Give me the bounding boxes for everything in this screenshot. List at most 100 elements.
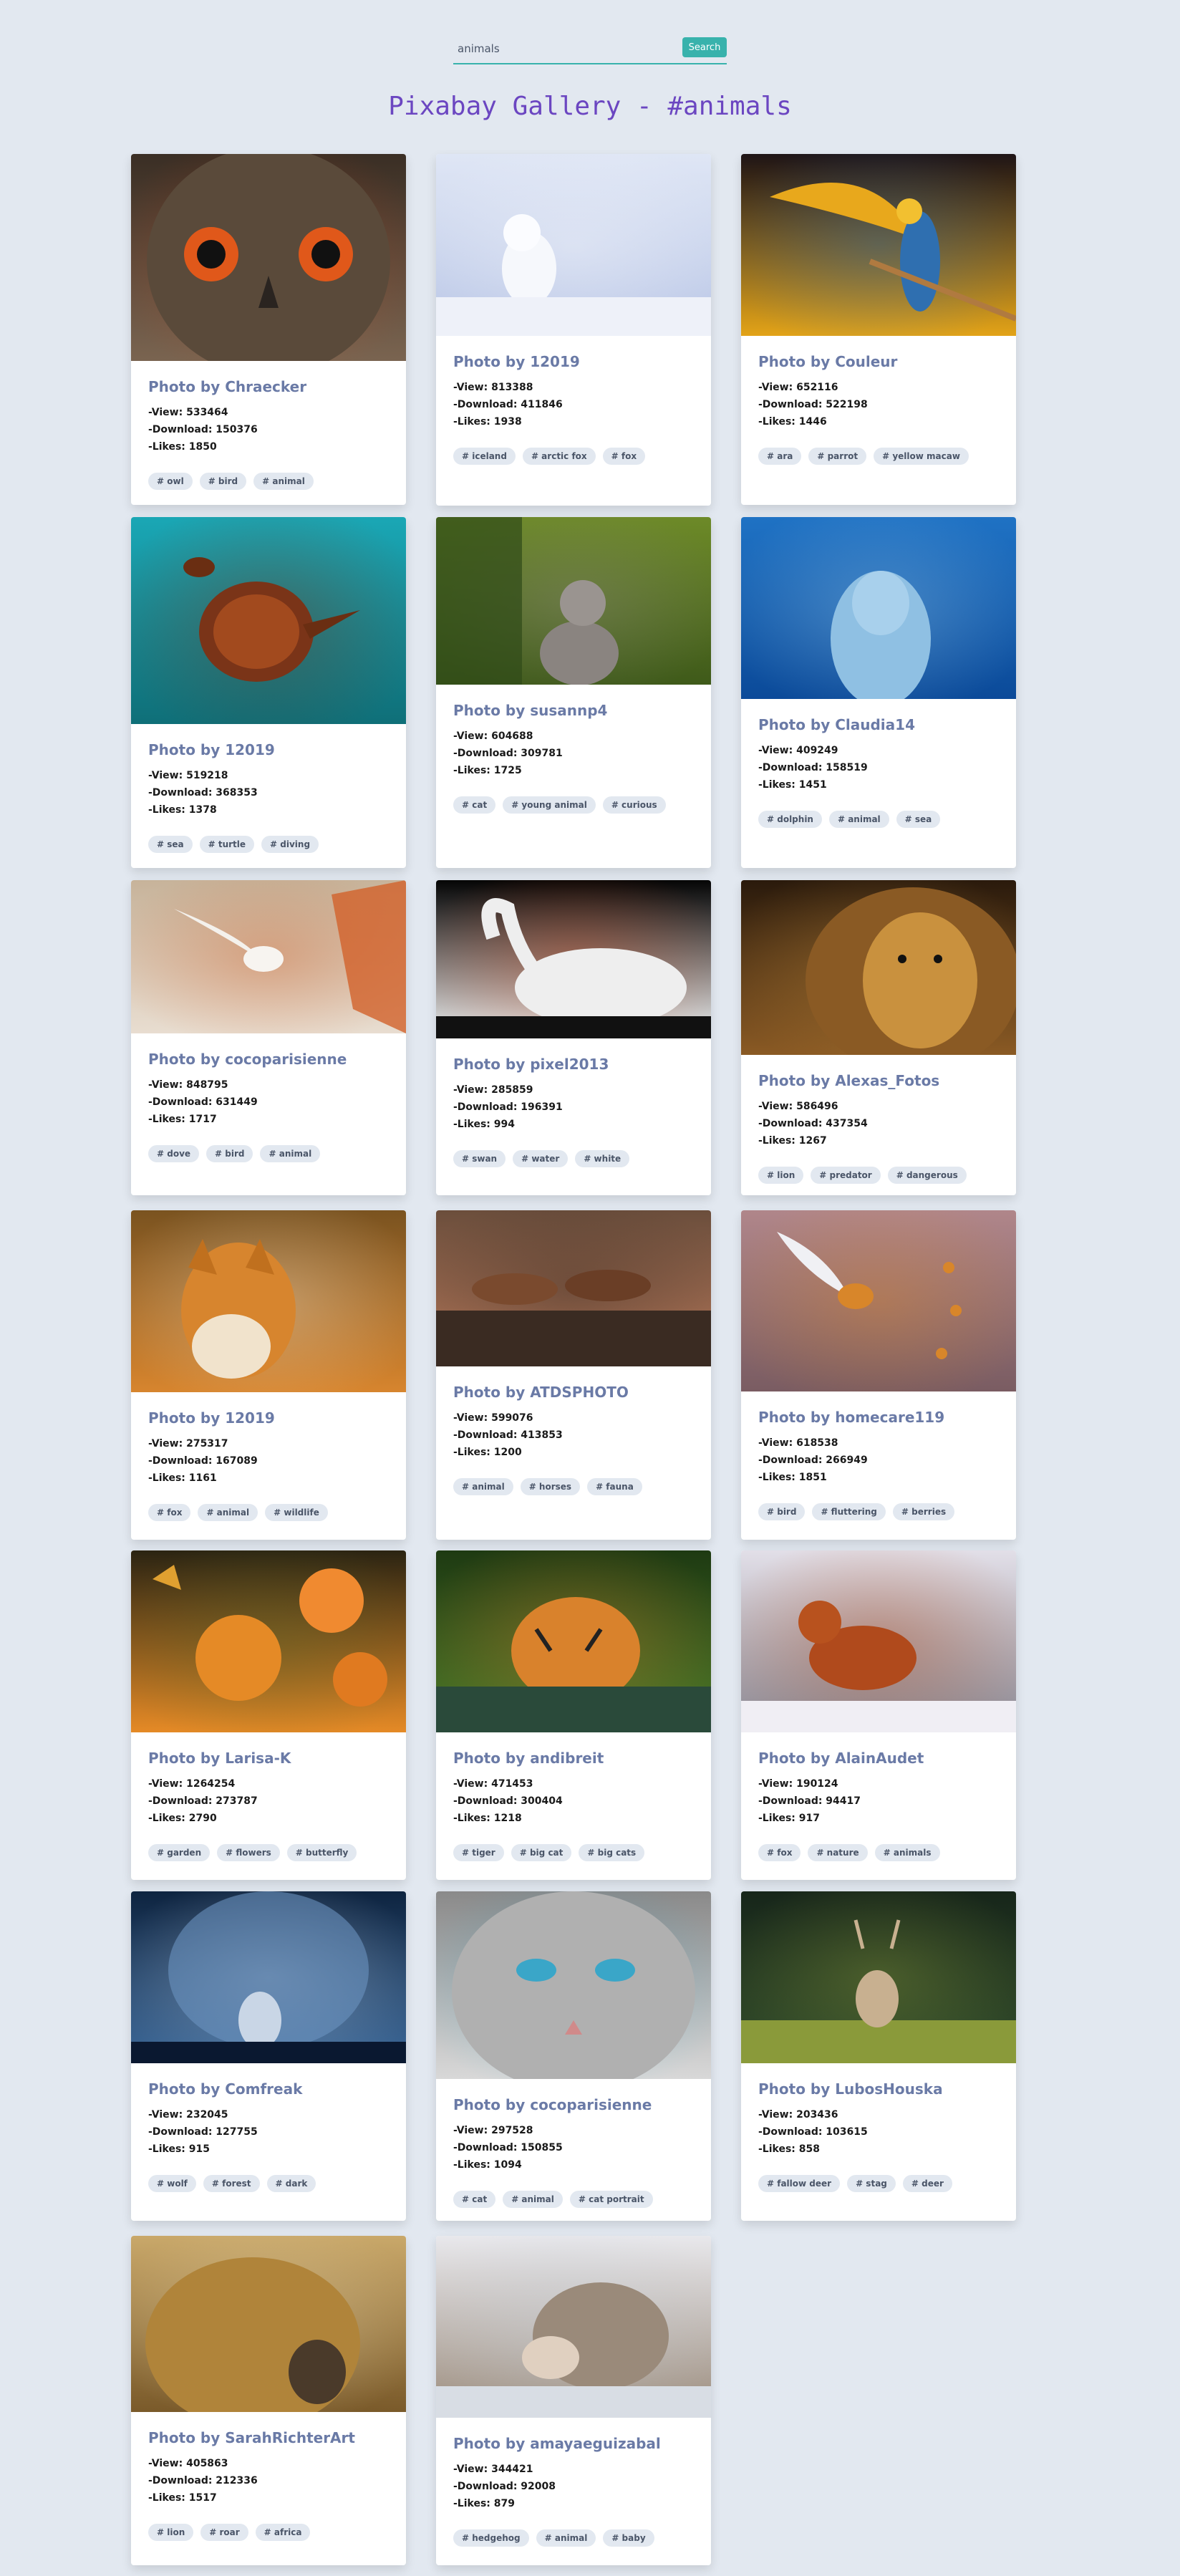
tag-chip[interactable]: # baby: [603, 2529, 654, 2547]
tag-chip[interactable]: # berries: [892, 1503, 955, 1520]
tag-chip[interactable]: # animal: [260, 1145, 321, 1162]
photo-image[interactable]: [741, 517, 1016, 699]
tag-chip[interactable]: # africa: [255, 2524, 311, 2541]
tag-chip[interactable]: # white: [575, 1150, 630, 1167]
tag-chip[interactable]: # wildlife: [265, 1504, 328, 1521]
photo-image[interactable]: [436, 2236, 711, 2418]
tag-chip[interactable]: # curious: [602, 796, 666, 814]
photo-card[interactable]: Photo by ATDSPHOTO -View: 599076 -Download…: [436, 1210, 711, 1540]
tag-chip[interactable]: # dangerous: [887, 1167, 967, 1184]
tag-chip[interactable]: # animal: [828, 811, 889, 828]
photo-image[interactable]: [741, 880, 1016, 1055]
tag-chip[interactable]: # deer: [902, 2175, 952, 2192]
tag-chip[interactable]: # garden: [148, 1844, 211, 1861]
tag-chip[interactable]: # fox: [758, 1844, 801, 1861]
tag-chip[interactable]: # bird: [206, 1145, 253, 1162]
tag-chip[interactable]: # hedgehog: [453, 2529, 529, 2547]
tag-chip[interactable]: # owl: [148, 473, 193, 490]
tag-chip[interactable]: # arctic fox: [522, 448, 596, 465]
photo-image[interactable]: [436, 1891, 711, 2079]
photo-card[interactable]: Photo by AlainAudet -View: 190124 -Downloa…: [741, 1550, 1016, 1880]
tag-chip[interactable]: # sea: [148, 836, 193, 853]
tag-chip[interactable]: # tiger: [453, 1844, 504, 1861]
tag-chip[interactable]: # turtle: [199, 836, 255, 853]
tag-chip[interactable]: # predator: [811, 1167, 881, 1184]
tag-chip[interactable]: # animal: [503, 2191, 563, 2208]
tag-chip[interactable]: # young animal: [503, 796, 596, 814]
photo-card[interactable]: Photo by 12019 -View: 275317 -Download: 16…: [131, 1210, 406, 1540]
tag-chip[interactable]: # wolf: [148, 2175, 196, 2192]
tag-chip[interactable]: # fox: [602, 448, 646, 465]
photo-card[interactable]: Photo by cocoparisienne -View: 848795 -Dow…: [131, 880, 406, 1195]
photo-image[interactable]: [131, 1210, 406, 1392]
tag-chip[interactable]: # cat portrait: [569, 2191, 653, 2208]
photo-card[interactable]: Photo by andibreit -View: 471453 -Download…: [436, 1550, 711, 1880]
photo-card[interactable]: Photo by Claudia14 -View: 409249 -Download…: [741, 517, 1016, 868]
photo-image[interactable]: [436, 517, 711, 685]
photo-image[interactable]: [741, 1550, 1016, 1732]
photo-card[interactable]: Photo by Comfreak -View: 232045 -Download:…: [131, 1891, 406, 2221]
photo-image[interactable]: [131, 1891, 406, 2063]
tag-chip[interactable]: # dark: [266, 2175, 316, 2192]
tag-chip[interactable]: # sea: [896, 811, 941, 828]
tag-chip[interactable]: # big cats: [579, 1844, 645, 1861]
photo-card[interactable]: Photo by susannp4 -View: 604688 -Download:…: [436, 517, 711, 868]
tag-chip[interactable]: # lion: [148, 2524, 194, 2541]
tag-chip[interactable]: # cat: [453, 2191, 496, 2208]
photo-image[interactable]: [436, 1210, 711, 1366]
tag-chip[interactable]: # bird: [758, 1503, 806, 1520]
photo-image[interactable]: [131, 880, 406, 1033]
tag-chip[interactable]: # diving: [261, 836, 319, 853]
photo-card[interactable]: Photo by amayaeguizabal -View: 344421 -Dow…: [436, 2236, 711, 2565]
tag-chip[interactable]: # butterfly: [286, 1844, 357, 1861]
photo-card[interactable]: Photo by Larisa-K -View: 1264254 -Download…: [131, 1550, 406, 1880]
tag-chip[interactable]: # stag: [847, 2175, 896, 2192]
tag-chip[interactable]: # yellow macaw: [874, 448, 969, 465]
tag-chip[interactable]: # horses: [520, 1478, 581, 1495]
tag-chip[interactable]: # flowers: [217, 1844, 280, 1861]
photo-image[interactable]: [436, 1550, 711, 1732]
photo-card[interactable]: Photo by Couleur -View: 652116 -Download: …: [741, 154, 1016, 505]
tag-chip[interactable]: # nature: [808, 1844, 868, 1861]
photo-card[interactable]: Photo by homecare119 -View: 618538 -Downlo…: [741, 1210, 1016, 1540]
tag-chip[interactable]: # dove: [148, 1145, 200, 1162]
tag-chip[interactable]: # fallow deer: [758, 2175, 841, 2192]
photo-image[interactable]: [131, 1550, 406, 1732]
photo-card[interactable]: Photo by cocoparisienne -View: 297528 -Dow…: [436, 1891, 711, 2221]
tag-chip[interactable]: # water: [513, 1150, 569, 1167]
tag-chip[interactable]: # animal: [536, 2529, 596, 2547]
photo-card[interactable]: Photo by LubosHouska -View: 203436 -Downlo…: [741, 1891, 1016, 2221]
tag-chip[interactable]: # iceland: [453, 448, 516, 465]
tag-chip[interactable]: # lion: [758, 1167, 804, 1184]
tag-chip[interactable]: # animals: [874, 1844, 940, 1861]
tag-chip[interactable]: # cat: [453, 796, 496, 814]
tag-chip[interactable]: # roar: [200, 2524, 248, 2541]
tag-chip[interactable]: # big cat: [511, 1844, 572, 1861]
tag-chip[interactable]: # fauna: [587, 1478, 642, 1495]
photo-card[interactable]: Photo by Chraecker -View: 533464 -Download…: [131, 154, 406, 505]
photo-card[interactable]: Photo by 12019 -View: 813388 -Download: 41…: [436, 154, 711, 506]
tag-chip[interactable]: # ara: [758, 448, 802, 465]
tag-chip[interactable]: # dolphin: [758, 811, 822, 828]
photo-image[interactable]: [131, 517, 406, 724]
tag-chip[interactable]: # animal: [253, 473, 314, 490]
photo-image[interactable]: [741, 1210, 1016, 1391]
tag-chip[interactable]: # animal: [198, 1504, 258, 1521]
photo-image[interactable]: [436, 880, 711, 1038]
photo-image[interactable]: [131, 154, 406, 361]
tag-chip[interactable]: # bird: [199, 473, 247, 490]
tag-chip[interactable]: # swan: [453, 1150, 506, 1167]
photo-card[interactable]: Photo by pixel2013 -View: 285859 -Download…: [436, 880, 711, 1195]
photo-image[interactable]: [741, 154, 1016, 336]
photo-card[interactable]: Photo by SarahRichterArt -View: 405863 -Do…: [131, 2236, 406, 2565]
photo-image[interactable]: [741, 1891, 1016, 2063]
tag-chip[interactable]: # animal: [453, 1478, 513, 1495]
tag-chip[interactable]: # parrot: [808, 448, 867, 465]
tag-chip[interactable]: # fluttering: [812, 1503, 886, 1520]
photo-card[interactable]: Photo by 12019 -View: 519218 -Download: 36…: [131, 517, 406, 868]
photo-card[interactable]: Photo by Alexas_Fotos -View: 586496 -Downl…: [741, 880, 1016, 1195]
tag-chip[interactable]: # fox: [148, 1504, 191, 1521]
photo-image[interactable]: [131, 2236, 406, 2412]
tag-chip[interactable]: # forest: [203, 2175, 260, 2192]
photo-image[interactable]: [436, 154, 711, 336]
